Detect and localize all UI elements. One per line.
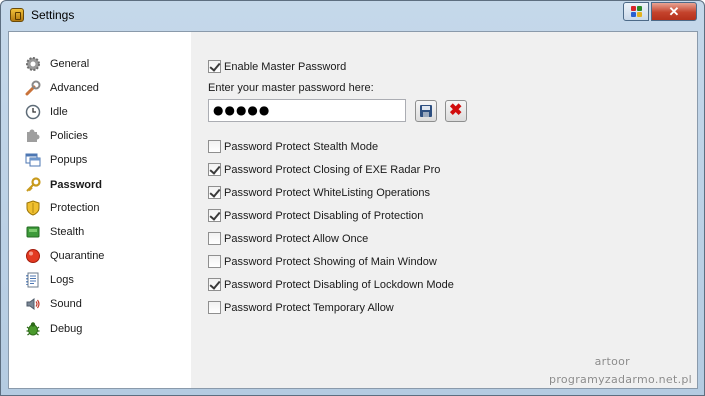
sidebar-item-stealth[interactable]: Stealth — [25, 222, 185, 242]
watermark-site: programyzadarmo.net.pl — [549, 373, 692, 386]
option-row[interactable]: Password Protect Stealth Mode — [208, 138, 378, 155]
save-password-button[interactable] — [415, 100, 437, 122]
watermark-author: artoor — [594, 355, 630, 368]
gear-icon — [25, 56, 41, 72]
option-checkbox[interactable] — [208, 163, 221, 176]
sidebar-item-policies[interactable]: Policies — [25, 126, 185, 146]
app-lock-icon — [10, 8, 24, 22]
password-panel: Enable Master Password Enter your master… — [191, 32, 697, 388]
option-checkbox[interactable] — [208, 301, 221, 314]
enable-master-password-label: Enable Master Password — [224, 60, 347, 73]
option-label: Password Protect WhiteListing Operations — [224, 186, 431, 199]
title-bar[interactable]: Settings ✕ — [1, 1, 704, 30]
stealth-icon — [25, 224, 41, 240]
option-label: Password Protect Stealth Mode — [224, 140, 379, 153]
sidebar-item-label: Quarantine — [50, 250, 105, 262]
enable-master-password-row[interactable]: Enable Master Password — [208, 58, 346, 75]
option-label: Password Protect Disabling of Lockdown M… — [224, 278, 454, 291]
option-checkbox[interactable] — [208, 232, 221, 245]
sidebar-item-idle[interactable]: Idle — [25, 102, 185, 122]
sidebar-item-label: Password — [50, 179, 102, 191]
sidebar-item-general[interactable]: General — [25, 54, 185, 74]
sidebar-item-quarantine[interactable]: Quarantine — [25, 246, 185, 266]
option-label: Password Protect Disabling of Protection — [224, 209, 424, 222]
delete-x-icon: ✖ — [449, 102, 463, 119]
sidebar-item-label: Policies — [50, 130, 88, 142]
option-label: Password Protect Allow Once — [224, 232, 369, 245]
sidebar-item-popups[interactable]: Popups — [25, 150, 185, 170]
shield-icon — [25, 200, 41, 216]
option-checkbox[interactable] — [208, 186, 221, 199]
wrench-icon — [25, 80, 41, 96]
quarantine-icon — [25, 248, 41, 264]
option-row[interactable]: Password Protect Allow Once — [208, 230, 368, 247]
enable-master-password-checkbox[interactable] — [208, 60, 221, 73]
settings-sidebar: General Advanced Idle Policies Popups Pa… — [9, 32, 191, 388]
bug-icon — [25, 321, 41, 337]
sidebar-item-logs[interactable]: Logs — [25, 270, 185, 290]
settings-window: Settings ✕ General Advanced Idle Policie… — [0, 0, 705, 396]
puzzle-icon — [25, 128, 41, 144]
option-row[interactable]: Password Protect WhiteListing Operations — [208, 184, 430, 201]
sidebar-item-label: Advanced — [50, 82, 99, 94]
sidebar-item-label: Sound — [50, 298, 82, 310]
password-prompt: Enter your master password here: — [208, 82, 374, 94]
option-label: Password Protect Temporary Allow — [224, 301, 394, 314]
option-label: Password Protect Closing of EXE Radar Pr… — [224, 163, 441, 176]
option-checkbox[interactable] — [208, 255, 221, 268]
option-checkbox[interactable] — [208, 278, 221, 291]
sidebar-item-advanced[interactable]: Advanced — [25, 78, 185, 98]
option-row[interactable]: Password Protect Disabling of Lockdown M… — [208, 276, 454, 293]
sidebar-item-label: Logs — [50, 274, 74, 286]
clear-password-button[interactable]: ✖ — [445, 100, 467, 122]
sidebar-item-label: General — [50, 58, 90, 70]
option-row[interactable]: Password Protect Temporary Allow — [208, 299, 394, 316]
window-icon — [25, 152, 41, 168]
option-checkbox[interactable] — [208, 140, 221, 153]
key-icon — [25, 177, 41, 193]
sidebar-item-password[interactable]: Password — [25, 175, 185, 195]
master-password-input[interactable]: ●●●●● — [208, 99, 406, 122]
option-label: Password Protect Showing of Main Window — [224, 255, 437, 268]
option-row[interactable]: Password Protect Disabling of Protection — [208, 207, 423, 224]
sidebar-item-debug[interactable]: Debug — [25, 319, 185, 339]
clock-icon — [25, 104, 41, 120]
help-button[interactable] — [623, 2, 649, 21]
option-checkbox[interactable] — [208, 209, 221, 222]
window-title: Settings — [31, 8, 75, 22]
close-button[interactable]: ✕ — [651, 2, 697, 21]
settings-client-area: General Advanced Idle Policies Popups Pa… — [8, 31, 698, 389]
option-row[interactable]: Password Protect Showing of Main Window — [208, 253, 437, 270]
speaker-icon — [25, 296, 41, 312]
sidebar-item-label: Protection — [50, 202, 100, 214]
help-icon — [631, 6, 642, 17]
sidebar-item-label: Idle — [50, 106, 68, 118]
document-icon — [25, 272, 41, 288]
sidebar-item-label: Stealth — [50, 226, 85, 238]
sidebar-item-label: Debug — [50, 323, 83, 335]
option-row[interactable]: Password Protect Closing of EXE Radar Pr… — [208, 161, 440, 178]
floppy-disk-icon — [420, 105, 432, 117]
sidebar-item-protection[interactable]: Protection — [25, 198, 185, 218]
sidebar-item-sound[interactable]: Sound — [25, 294, 185, 314]
sidebar-item-label: Popups — [50, 154, 88, 166]
